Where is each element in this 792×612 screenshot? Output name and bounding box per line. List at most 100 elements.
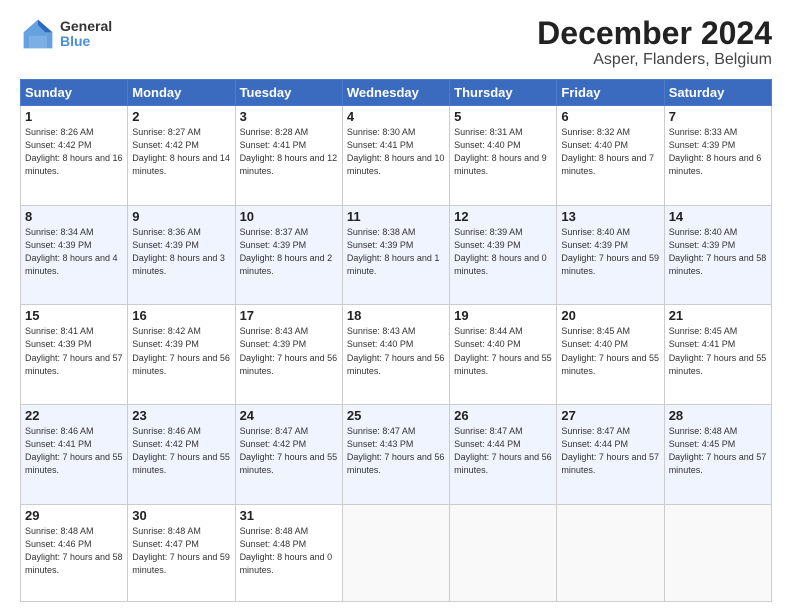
table-row: 7 Sunrise: 8:33 AM Sunset: 4:39 PM Dayli… [664,106,771,206]
day-info: Sunrise: 8:43 AM Sunset: 4:40 PM Dayligh… [347,325,445,377]
calendar-row: 15 Sunrise: 8:41 AM Sunset: 4:39 PM Dayl… [21,305,772,405]
sunrise-label: Sunrise: 8:47 AM [561,426,630,436]
day-number: 24 [240,408,338,423]
day-number: 27 [561,408,659,423]
logo-text: General Blue [60,19,112,50]
daylight-label: Daylight: 8 hours and 12 minutes. [240,153,338,176]
table-row: 24 Sunrise: 8:47 AM Sunset: 4:42 PM Dayl… [235,405,342,505]
day-info: Sunrise: 8:32 AM Sunset: 4:40 PM Dayligh… [561,126,659,178]
table-row: 2 Sunrise: 8:27 AM Sunset: 4:42 PM Dayli… [128,106,235,206]
daylight-label: Daylight: 8 hours and 16 minutes. [25,153,123,176]
sunrise-label: Sunrise: 8:34 AM [25,227,94,237]
day-info: Sunrise: 8:41 AM Sunset: 4:39 PM Dayligh… [25,325,123,377]
day-number: 20 [561,308,659,323]
day-number: 23 [132,408,230,423]
day-info: Sunrise: 8:48 AM Sunset: 4:46 PM Dayligh… [25,525,123,577]
calendar-row: 29 Sunrise: 8:48 AM Sunset: 4:46 PM Dayl… [21,504,772,601]
day-number: 14 [669,209,767,224]
table-row: 21 Sunrise: 8:45 AM Sunset: 4:41 PM Dayl… [664,305,771,405]
sunset-label: Sunset: 4:46 PM [25,539,92,549]
sunset-label: Sunset: 4:39 PM [132,339,199,349]
sunset-label: Sunset: 4:41 PM [240,140,307,150]
sunrise-label: Sunrise: 8:44 AM [454,326,523,336]
day-info: Sunrise: 8:47 AM Sunset: 4:43 PM Dayligh… [347,425,445,477]
table-row: 23 Sunrise: 8:46 AM Sunset: 4:42 PM Dayl… [128,405,235,505]
sunset-label: Sunset: 4:47 PM [132,539,199,549]
day-info: Sunrise: 8:40 AM Sunset: 4:39 PM Dayligh… [561,226,659,278]
sunrise-label: Sunrise: 8:46 AM [132,426,201,436]
sunset-label: Sunset: 4:44 PM [454,439,521,449]
day-number: 30 [132,508,230,523]
day-info: Sunrise: 8:34 AM Sunset: 4:39 PM Dayligh… [25,226,123,278]
sunrise-label: Sunrise: 8:48 AM [240,526,309,536]
table-row: 3 Sunrise: 8:28 AM Sunset: 4:41 PM Dayli… [235,106,342,206]
sunset-label: Sunset: 4:42 PM [25,140,92,150]
table-row: 14 Sunrise: 8:40 AM Sunset: 4:39 PM Dayl… [664,205,771,305]
daylight-label: Daylight: 7 hours and 59 minutes. [561,253,659,276]
calendar-title: December 2024 [537,16,772,51]
daylight-label: Daylight: 8 hours and 4 minutes. [25,253,118,276]
sunset-label: Sunset: 4:39 PM [240,339,307,349]
daylight-label: Daylight: 7 hours and 56 minutes. [240,353,338,376]
daylight-label: Daylight: 7 hours and 55 minutes. [240,452,338,475]
day-number: 8 [25,209,123,224]
table-row: 5 Sunrise: 8:31 AM Sunset: 4:40 PM Dayli… [450,106,557,206]
day-number: 9 [132,209,230,224]
sunrise-label: Sunrise: 8:30 AM [347,127,416,137]
day-info: Sunrise: 8:47 AM Sunset: 4:42 PM Dayligh… [240,425,338,477]
calendar-row: 22 Sunrise: 8:46 AM Sunset: 4:41 PM Dayl… [21,405,772,505]
day-number: 3 [240,109,338,124]
day-info: Sunrise: 8:43 AM Sunset: 4:39 PM Dayligh… [240,325,338,377]
daylight-label: Daylight: 7 hours and 57 minutes. [669,452,767,475]
table-row: 18 Sunrise: 8:43 AM Sunset: 4:40 PM Dayl… [342,305,449,405]
sunset-label: Sunset: 4:39 PM [669,240,736,250]
day-info: Sunrise: 8:45 AM Sunset: 4:40 PM Dayligh… [561,325,659,377]
day-info: Sunrise: 8:36 AM Sunset: 4:39 PM Dayligh… [132,226,230,278]
daylight-label: Daylight: 8 hours and 9 minutes. [454,153,547,176]
daylight-label: Daylight: 8 hours and 6 minutes. [669,153,762,176]
daylight-label: Daylight: 7 hours and 55 minutes. [132,452,230,475]
day-info: Sunrise: 8:37 AM Sunset: 4:39 PM Dayligh… [240,226,338,278]
day-info: Sunrise: 8:46 AM Sunset: 4:41 PM Dayligh… [25,425,123,477]
logo: General Blue [20,16,112,52]
table-row: 30 Sunrise: 8:48 AM Sunset: 4:47 PM Dayl… [128,504,235,601]
table-row: 17 Sunrise: 8:43 AM Sunset: 4:39 PM Dayl… [235,305,342,405]
sunrise-label: Sunrise: 8:45 AM [669,326,738,336]
daylight-label: Daylight: 8 hours and 7 minutes. [561,153,654,176]
sunset-label: Sunset: 4:41 PM [347,140,414,150]
day-info: Sunrise: 8:30 AM Sunset: 4:41 PM Dayligh… [347,126,445,178]
table-row: 11 Sunrise: 8:38 AM Sunset: 4:39 PM Dayl… [342,205,449,305]
daylight-label: Daylight: 7 hours and 59 minutes. [132,552,230,575]
sunrise-label: Sunrise: 8:48 AM [132,526,201,536]
daylight-label: Daylight: 8 hours and 3 minutes. [132,253,225,276]
day-number: 22 [25,408,123,423]
day-number: 13 [561,209,659,224]
sunrise-label: Sunrise: 8:32 AM [561,127,630,137]
sunset-label: Sunset: 4:40 PM [454,140,521,150]
sunrise-label: Sunrise: 8:31 AM [454,127,523,137]
daylight-label: Daylight: 8 hours and 1 minute. [347,253,440,276]
table-row: 28 Sunrise: 8:48 AM Sunset: 4:45 PM Dayl… [664,405,771,505]
sunset-label: Sunset: 4:41 PM [25,439,92,449]
header: General Blue December 2024 Asper, Flande… [20,16,772,69]
sunrise-label: Sunrise: 8:47 AM [347,426,416,436]
sunrise-label: Sunrise: 8:36 AM [132,227,201,237]
day-info: Sunrise: 8:47 AM Sunset: 4:44 PM Dayligh… [454,425,552,477]
sunset-label: Sunset: 4:39 PM [25,339,92,349]
day-info: Sunrise: 8:27 AM Sunset: 4:42 PM Dayligh… [132,126,230,178]
day-info: Sunrise: 8:28 AM Sunset: 4:41 PM Dayligh… [240,126,338,178]
col-saturday: Saturday [664,80,771,106]
day-number: 6 [561,109,659,124]
day-number: 15 [25,308,123,323]
sunset-label: Sunset: 4:39 PM [669,140,736,150]
table-row: 6 Sunrise: 8:32 AM Sunset: 4:40 PM Dayli… [557,106,664,206]
day-number: 17 [240,308,338,323]
page: General Blue December 2024 Asper, Flande… [0,0,792,612]
day-number: 2 [132,109,230,124]
sunset-label: Sunset: 4:41 PM [669,339,736,349]
sunset-label: Sunset: 4:42 PM [132,140,199,150]
sunrise-label: Sunrise: 8:28 AM [240,127,309,137]
calendar-row: 8 Sunrise: 8:34 AM Sunset: 4:39 PM Dayli… [21,205,772,305]
table-row: 29 Sunrise: 8:48 AM Sunset: 4:46 PM Dayl… [21,504,128,601]
calendar-header-row: Sunday Monday Tuesday Wednesday Thursday… [21,80,772,106]
